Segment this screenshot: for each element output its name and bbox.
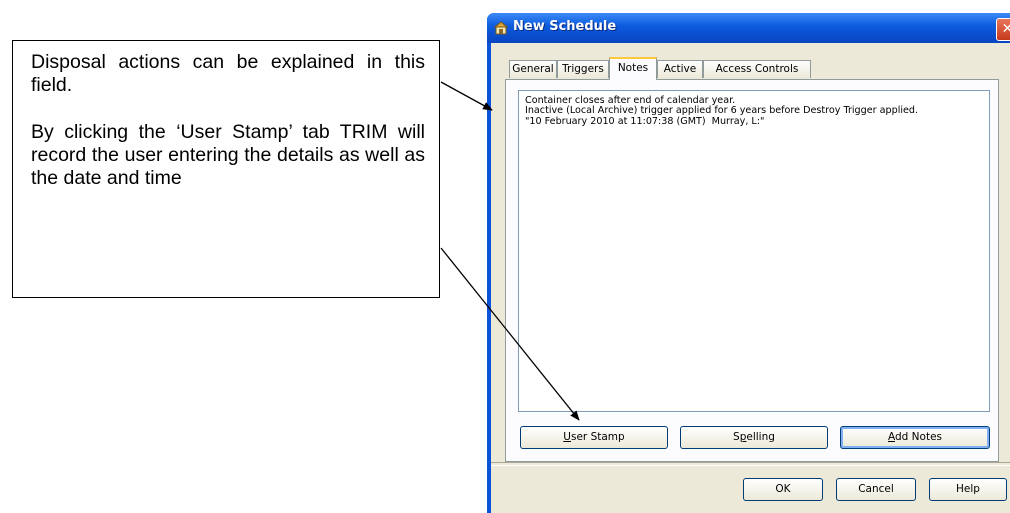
new-schedule-dialog: New Schedule ✕ General Triggers Notes Ac… <box>487 13 1010 513</box>
notes-tab-panel: Container closes after end of calendar y… <box>505 79 999 462</box>
help-button[interactable]: Help <box>929 478 1007 501</box>
user-stamp-label: User Stamp <box>563 431 625 443</box>
callout-paragraph-1: Disposal actions can be explained in thi… <box>31 51 425 96</box>
spelling-button[interactable]: Spelling <box>680 426 828 449</box>
cancel-button[interactable]: Cancel <box>836 478 916 501</box>
notes-textarea[interactable]: Container closes after end of calendar y… <box>518 90 990 412</box>
spelling-label: Spelling <box>733 431 775 443</box>
user-stamp-button[interactable]: User Stamp <box>520 426 668 449</box>
tab-active[interactable]: Active <box>657 60 703 78</box>
arrow-to-notes-field <box>440 81 493 111</box>
annotation-callout: Disposal actions can be explained in thi… <box>12 40 440 298</box>
close-icon: ✕ <box>1001 21 1010 37</box>
callout-paragraph-2: By clicking the ‘User Stamp’ tab TRIM wi… <box>31 121 425 189</box>
tab-triggers[interactable]: Triggers <box>557 60 609 78</box>
ok-button[interactable]: OK <box>743 478 823 501</box>
cancel-label: Cancel <box>858 483 894 495</box>
close-button[interactable]: ✕ <box>996 18 1010 41</box>
help-label: Help <box>956 483 980 495</box>
tab-notes[interactable]: Notes <box>609 57 657 80</box>
add-notes-label: Add Notes <box>888 431 942 443</box>
tab-access-controls[interactable]: Access Controls <box>703 60 811 78</box>
schedule-icon <box>494 21 508 35</box>
tab-general[interactable]: General <box>509 60 557 78</box>
footer-divider <box>491 462 1010 466</box>
ok-label: OK <box>775 483 791 495</box>
dialog-client-area: General Triggers Notes Active Access Con… <box>491 43 1010 513</box>
add-notes-button[interactable]: Add Notes <box>840 426 990 449</box>
window-title: New Schedule <box>513 19 617 34</box>
title-bar[interactable]: New Schedule ✕ <box>487 13 1010 43</box>
